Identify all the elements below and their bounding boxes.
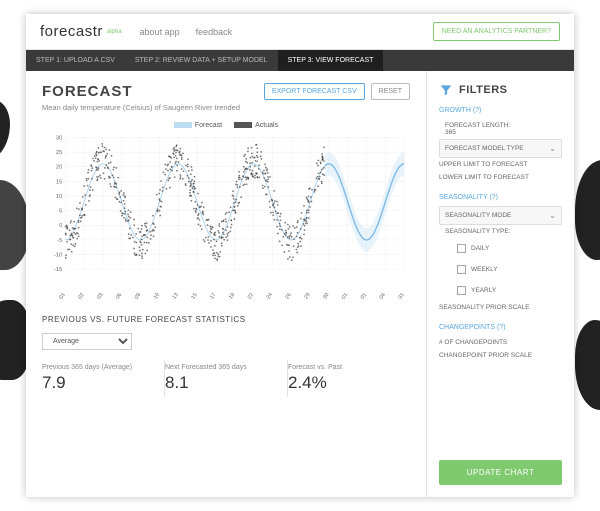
stat-card-next: Next Forecasted 365 days 8.1 <box>165 360 288 397</box>
svg-text:-15: -15 <box>54 267 62 273</box>
nav-feedback[interactable]: feedback <box>196 27 233 37</box>
legend-swatch-forecast <box>174 122 192 128</box>
svg-text:1992-02-01: 1992-02-01 <box>348 292 369 299</box>
svg-text:1988-07-03: 1988-07-03 <box>84 292 105 299</box>
forecast-model-type-select[interactable]: FORECAST MODEL TYPE⌄ <box>439 139 562 158</box>
changepoints-count-row[interactable]: # OF CHANGEPOINTS <box>439 336 562 349</box>
svg-text:1989-07-13: 1989-07-13 <box>159 292 180 299</box>
forecast-length-row: FORECAST LENGTH: 365 <box>439 119 562 139</box>
brand-tag: alpha <box>107 29 122 35</box>
svg-text:1992-10-31: 1992-10-31 <box>385 292 406 299</box>
step-1-tab[interactable]: STEP 1: UPLOAD A CSV <box>26 50 125 71</box>
lower-limit-row[interactable]: LOWER LIMIT TO FORECAST <box>439 171 562 184</box>
stat-card-delta: Forecast vs. Past 2.4% <box>288 360 410 397</box>
seasonality-yearly-checkbox[interactable]: YEARLY <box>439 280 562 301</box>
export-csv-button[interactable]: EXPORT FORECAST CSV <box>264 83 365 100</box>
svg-text:1990-01-17: 1990-01-17 <box>197 292 218 299</box>
changepoints-heading[interactable]: CHANGEPOINTS (?) <box>439 324 562 331</box>
upper-limit-row[interactable]: UPPER LIMIT TO FORECAST <box>439 158 562 171</box>
svg-text:1991-11-01: 1991-11-01 <box>329 292 349 299</box>
svg-text:1990-07-22: 1990-07-22 <box>235 292 256 299</box>
stat-value: 8.1 <box>165 373 277 393</box>
svg-text:1992-05-04: 1992-05-04 <box>366 292 387 299</box>
legend-forecast: Forecast <box>195 122 222 129</box>
seasonality-daily-checkbox[interactable]: DAILY <box>439 238 562 259</box>
group-seasonality: SEASONALITY (?) SEASONALITY MODE⌄ SEASON… <box>439 194 562 314</box>
reset-button[interactable]: RESET <box>371 83 410 100</box>
svg-text:1990-10-24: 1990-10-24 <box>254 292 275 299</box>
legend-actuals: Actuals <box>255 122 278 129</box>
svg-text:20: 20 <box>56 165 62 171</box>
group-changepoints: CHANGEPOINTS (?) # OF CHANGEPOINTS CHANG… <box>439 324 562 362</box>
svg-text:10: 10 <box>56 194 62 200</box>
step-tabs: STEP 1: UPLOAD A CSV STEP 2: REVIEW DATA… <box>26 50 574 71</box>
page-title: FORECAST <box>42 83 240 100</box>
step-3-tab[interactable]: STEP 3: VIEW FORECAST <box>278 50 384 71</box>
chevron-down-icon: ⌄ <box>549 144 556 153</box>
chart-area: Forecast Actuals -15 -10 -5 0 5 10 15 20 25 30 19… <box>42 122 410 299</box>
svg-text:1988-04-02: 1988-04-02 <box>65 292 86 299</box>
svg-text:1988-10-06: 1988-10-06 <box>103 292 124 299</box>
filters-title: FILTERS <box>459 84 508 96</box>
stats-metric-select[interactable]: Average <box>42 333 132 350</box>
chart-legend: Forecast Actuals <box>42 122 410 129</box>
forecast-chart[interactable]: -15 -10 -5 0 5 10 15 20 25 30 1988-01-011988-04-0… <box>42 129 410 299</box>
svg-text:1991-01-26: 1991-01-26 <box>272 292 293 299</box>
svg-text:30: 30 <box>56 135 62 141</box>
decor <box>0 100 10 160</box>
changepoints-prior-row[interactable]: CHANGEPOINT PRIOR SCALE <box>439 349 562 362</box>
chevron-down-icon: ⌄ <box>549 211 556 220</box>
seasonality-weekly-checkbox[interactable]: WEEKLY <box>439 259 562 280</box>
stat-value: 7.9 <box>42 373 154 393</box>
svg-text:0: 0 <box>59 223 62 229</box>
stat-label: Next Forecasted 365 days <box>165 364 277 371</box>
svg-text:1988-01-01: 1988-01-01 <box>46 292 67 299</box>
stats-title: PREVIOUS VS. FUTURE FORECAST STATISTICS <box>42 315 410 324</box>
stat-value: 2.4% <box>288 373 400 393</box>
nav-about[interactable]: about app <box>140 27 180 37</box>
page-subtitle: Mean daily temperature (Celsius) of Saug… <box>42 103 240 112</box>
decor <box>575 160 600 260</box>
stat-label: Previous 365 days (Average) <box>42 364 154 371</box>
app-window: forecastr alpha about app feedback NEED … <box>26 14 574 497</box>
main-panel: FORECAST Mean daily temperature (Celsius… <box>26 71 426 497</box>
svg-text:1989-01-08: 1989-01-08 <box>122 292 143 299</box>
filters-sidebar: FILTERS GROWTH (?) FORECAST LENGTH: 365 … <box>426 71 574 497</box>
svg-text:15: 15 <box>56 179 62 185</box>
svg-text:-10: -10 <box>54 253 62 259</box>
seasonality-mode-select[interactable]: SEASONALITY MODE⌄ <box>439 206 562 225</box>
svg-text:5: 5 <box>59 209 62 215</box>
seasonality-type-label: SEASONALITY TYPE: <box>439 225 562 238</box>
seasonality-heading[interactable]: SEASONALITY (?) <box>439 194 562 201</box>
svg-text:1990-04-19: 1990-04-19 <box>216 292 237 299</box>
seasonality-prior-row[interactable]: SEASONALITY PRIOR SCALE <box>439 301 562 314</box>
legend-swatch-actuals <box>234 122 252 128</box>
group-growth: GROWTH (?) FORECAST LENGTH: 365 FORECAST… <box>439 107 562 184</box>
svg-text:1991-07-30: 1991-07-30 <box>310 292 331 299</box>
decor <box>575 320 600 410</box>
filter-icon <box>439 83 453 97</box>
update-chart-button[interactable]: UPDATE CHART <box>439 460 562 485</box>
svg-text:1989-04-10: 1989-04-10 <box>141 292 162 299</box>
topbar: forecastr alpha about app feedback NEED … <box>26 14 574 50</box>
brand: forecastr <box>40 23 103 40</box>
svg-text:-5: -5 <box>57 238 62 244</box>
svg-text:1991-04-29: 1991-04-29 <box>291 292 312 299</box>
stat-card-previous: Previous 365 days (Average) 7.9 <box>42 360 165 397</box>
step-2-tab[interactable]: STEP 2: REVIEW DATA + SETUP MODEL <box>125 50 278 71</box>
svg-text:25: 25 <box>56 150 62 156</box>
stat-cards: Previous 365 days (Average) 7.9 Next For… <box>42 360 410 397</box>
stat-label: Forecast vs. Past <box>288 364 400 371</box>
svg-text:1989-10-15: 1989-10-15 <box>178 292 199 299</box>
cta-partner-button[interactable]: NEED AN ANALYTICS PARTNER? <box>433 22 560 41</box>
growth-heading[interactable]: GROWTH (?) <box>439 107 562 114</box>
